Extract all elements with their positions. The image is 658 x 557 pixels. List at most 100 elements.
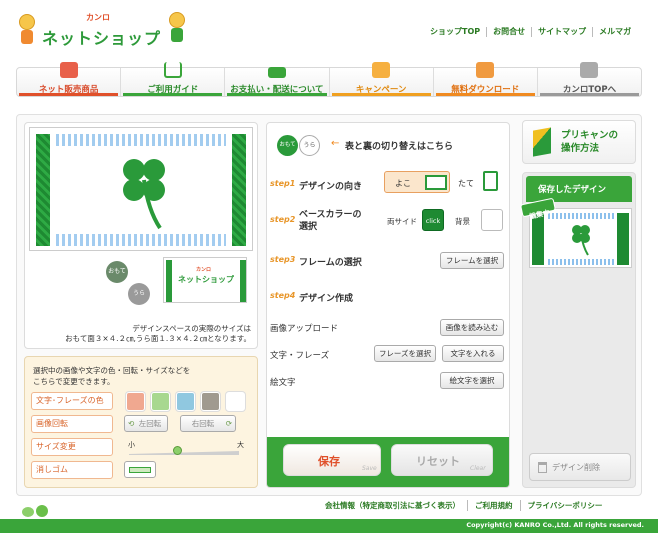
side-toggle[interactable]: おもて うら bbox=[277, 135, 325, 157]
front-side-label: おもて bbox=[108, 268, 126, 275]
back-side-button[interactable]: うら bbox=[128, 283, 150, 305]
thumb-clover-icon bbox=[572, 225, 590, 256]
swatch-salmon[interactable] bbox=[126, 392, 145, 411]
swatch-blue[interactable] bbox=[176, 392, 195, 411]
top-link-sitemap[interactable]: サイトマップ bbox=[531, 27, 592, 37]
rotate-right-icon: ⟳ bbox=[225, 419, 232, 428]
preview-panel: おもて うら カンロ ネットショップ デザインスペースの実際のサイズは おもて面… bbox=[24, 122, 258, 349]
rotate-right-button[interactable]: 右回転 ⟳ bbox=[180, 415, 236, 432]
portrait-icon[interactable] bbox=[483, 171, 498, 191]
save-button[interactable]: 保存 Save bbox=[283, 444, 381, 476]
toggle-hint: 表と裏の切り替えはこちら bbox=[345, 142, 454, 152]
image-upload-label: 画像アップロード bbox=[270, 324, 339, 334]
toggle-front-icon: おもて bbox=[277, 135, 298, 156]
nav-products[interactable]: ネット販売商品 bbox=[17, 62, 122, 96]
size-note-line2: おもて面３×４.２㎝,うら面１.３×４.２㎝となります。 bbox=[65, 334, 251, 343]
top-link-contact[interactable]: お問合せ bbox=[486, 27, 531, 37]
nav-payment-shipping[interactable]: お支払い・配送について bbox=[225, 67, 330, 96]
guide-icon bbox=[533, 127, 551, 157]
brand-name: カンロ bbox=[86, 13, 110, 22]
howto-line2: 操作方法 bbox=[561, 143, 600, 154]
select-frame-button[interactable]: フレームを選択 bbox=[440, 252, 504, 269]
front-side-button[interactable]: おもて bbox=[106, 261, 128, 283]
page: { "header": { "brand": "カンロ", "logo": "ネ… bbox=[0, 0, 658, 557]
insert-text-button[interactable]: 文字を入れる bbox=[442, 345, 504, 362]
mascot-left-icon bbox=[16, 14, 38, 46]
nav-download[interactable]: 無料ダウンロード bbox=[434, 62, 538, 96]
both-sides-color-button[interactable]: click bbox=[422, 209, 444, 231]
background-color-button[interactable] bbox=[481, 209, 503, 231]
eraser-toggle[interactable] bbox=[124, 461, 156, 478]
step4-badge: step4 bbox=[270, 291, 296, 300]
design-canvas-front[interactable] bbox=[29, 127, 253, 251]
cart-icon bbox=[163, 62, 182, 78]
delete-label: デザイン削除 bbox=[552, 463, 600, 472]
rotate-left-icon: ⟲ bbox=[128, 419, 135, 428]
top-link-mailmag[interactable]: メルマガ bbox=[592, 27, 637, 37]
frame-right-bar bbox=[232, 134, 246, 246]
swatch-gray[interactable] bbox=[201, 392, 220, 411]
mini-logo: ネットショップ bbox=[178, 275, 234, 284]
footer-link-terms[interactable]: ご利用規約 bbox=[467, 500, 520, 511]
saved-designs-panel: 保存したデザイン 編集中 デザイン削除 bbox=[520, 172, 636, 488]
size-label: サイズ変更 bbox=[31, 438, 113, 456]
orientation-yoko[interactable]: よこ bbox=[384, 171, 450, 193]
home-icon bbox=[580, 62, 599, 78]
rotate-right-text: 右回転 bbox=[191, 419, 215, 428]
select-phrase-button[interactable]: フレーズを選択 bbox=[374, 345, 436, 362]
truck-icon bbox=[267, 67, 286, 78]
step1-badge: step1 bbox=[270, 179, 296, 188]
landscape-icon bbox=[425, 175, 447, 190]
rotate-left-button[interactable]: ⟲ 左回転 bbox=[124, 415, 168, 432]
footer-link-privacy[interactable]: プライバシーポリシー bbox=[519, 500, 610, 511]
step3-badge: step3 bbox=[270, 255, 296, 264]
nav-guide[interactable]: ご利用ガイド bbox=[121, 62, 226, 96]
step3-label: フレームの選択 bbox=[299, 258, 362, 268]
load-image-button[interactable]: 画像を読み込む bbox=[440, 319, 504, 336]
gift-icon bbox=[372, 62, 391, 78]
reset-button[interactable]: リセット Clear bbox=[391, 444, 493, 476]
howto-button[interactable]: プリキャンの 操作方法 bbox=[522, 120, 636, 164]
text-color-label: 文字･フレーズの色 bbox=[31, 392, 113, 410]
design-canvas-back[interactable]: カンロ ネットショップ bbox=[163, 257, 247, 303]
step2-line1: ベースカラーの bbox=[299, 210, 362, 220]
top-link-shop[interactable]: ショップTOP bbox=[424, 27, 486, 37]
mini-brand: カンロ bbox=[196, 267, 212, 273]
reset-label: リセット bbox=[416, 455, 460, 468]
copyright: Copyright(c) KANRO Co.,Ltd. All rights r… bbox=[466, 521, 644, 529]
toggle-back-icon: うら bbox=[299, 135, 320, 156]
step2-label: ベースカラーの 選択 bbox=[299, 209, 362, 233]
size-slider-handle[interactable] bbox=[173, 446, 182, 455]
size-note-line1: デザインスペースの実際のサイズは bbox=[132, 324, 251, 333]
clover-icon bbox=[123, 159, 165, 230]
rotate-label: 画像回転 bbox=[31, 415, 113, 433]
delete-design-button[interactable]: デザイン削除 bbox=[529, 453, 631, 481]
controls-intro-line2: こちらで変更できます。 bbox=[33, 377, 115, 386]
howto-line1: プリキャンの bbox=[561, 130, 619, 141]
both-sides-label: 両サイド bbox=[387, 217, 417, 226]
footer-bar: Copyright(c) KANRO Co.,Ltd. All rights r… bbox=[0, 519, 658, 533]
steps-panel: おもて うら ← 表と裏の切り替えはこちら step1 デザインの向き よこ た… bbox=[266, 122, 510, 488]
reset-sub-label: Clear bbox=[470, 465, 486, 472]
swatch-green[interactable] bbox=[151, 392, 170, 411]
click-label: click bbox=[425, 217, 441, 225]
logo-text: ネットショップ bbox=[42, 29, 162, 48]
footer-links: 会社情報（特定商取引法に基づく表示） ご利用規約 プライバシーポリシー bbox=[318, 500, 609, 511]
saved-designs-title: 保存したデザイン bbox=[538, 185, 607, 195]
rotate-left-text: 左回転 bbox=[138, 419, 162, 428]
step2-line2: 選択 bbox=[299, 222, 318, 232]
footer-link-company[interactable]: 会社情報（特定商取引法に基づく表示） bbox=[318, 500, 467, 511]
toggle-back-label: うら bbox=[303, 142, 316, 149]
nav-kanro-top[interactable]: カンロTOPへ bbox=[538, 62, 641, 96]
nav-campaign[interactable]: キャンペーン bbox=[330, 62, 434, 96]
select-emoji-button[interactable]: 絵文字を選択 bbox=[440, 372, 504, 389]
frame-left-bar bbox=[36, 134, 50, 246]
frame-bottom-checks bbox=[56, 234, 226, 246]
site-logo[interactable]: カンロ ネットショップ bbox=[16, 10, 185, 50]
swatch-white[interactable] bbox=[226, 392, 245, 411]
size-slider-track[interactable] bbox=[129, 451, 239, 455]
product-icon bbox=[59, 62, 78, 78]
download-icon bbox=[476, 62, 495, 78]
top-links: ショップTOP お問合せ サイトマップ メルマガ bbox=[424, 27, 637, 37]
edit-controls-panel: 選択中の画像や文字の色・回転・サイズなどを こちらで変更できます。 文字･フレー… bbox=[24, 356, 258, 488]
